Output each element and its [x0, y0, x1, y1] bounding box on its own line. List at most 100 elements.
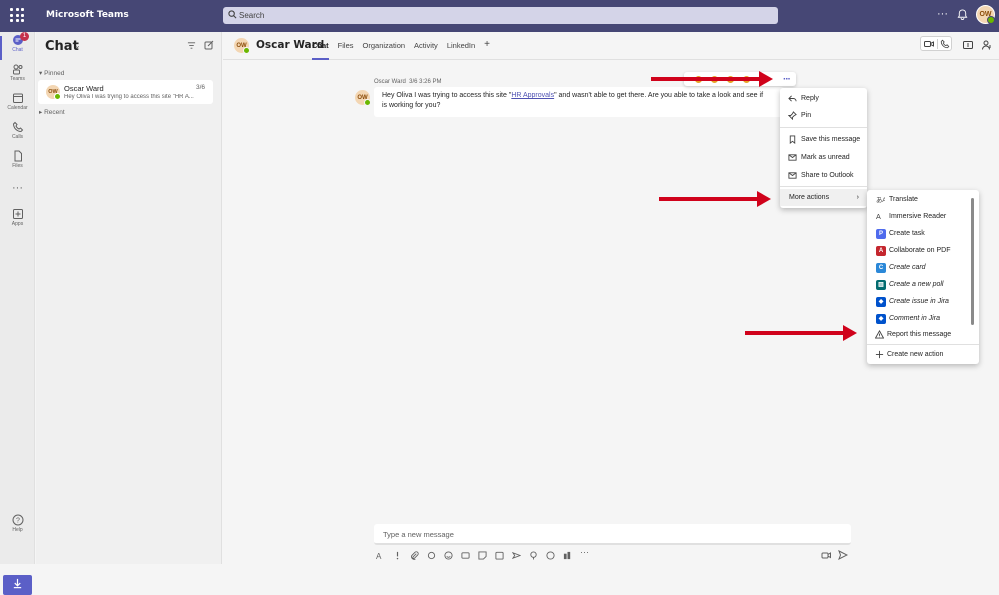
- menu-item-label: Share to Outlook: [801, 172, 854, 179]
- chat-item-preview: Hey Oliva I was trying to access this si…: [64, 94, 194, 100]
- menu-item-create-poll[interactable]: ▥ Create a new poll: [867, 276, 979, 293]
- rail-item-chat[interactable]: 1 Chat: [0, 32, 35, 62]
- voice-message-icon[interactable]: [821, 550, 831, 560]
- jira-icon: ◆: [876, 297, 886, 307]
- menu-item-create-jira-issue[interactable]: ◆ Create issue in Jira: [867, 293, 979, 310]
- viva-icon[interactable]: [546, 549, 555, 560]
- praise-icon[interactable]: [529, 549, 538, 560]
- tab-chat[interactable]: Chat: [312, 41, 329, 60]
- menu-item-share-outlook[interactable]: Share to Outlook: [780, 167, 867, 184]
- search-input[interactable]: Search: [223, 7, 778, 24]
- chevron-right-icon: ▸: [39, 109, 43, 116]
- download-icon: [13, 578, 22, 589]
- menu-item-immersive-reader[interactable]: A Immersive Reader: [867, 208, 979, 225]
- rail-label: Help: [12, 527, 23, 533]
- more-options-icon[interactable]: ···: [783, 74, 791, 85]
- download-app-button[interactable]: [3, 575, 32, 595]
- tab-linkedin[interactable]: LinkedIn: [447, 41, 475, 60]
- compose-placeholder: Type a new message: [383, 530, 454, 539]
- app-launcher-icon[interactable]: [10, 8, 24, 22]
- emoji-icon[interactable]: [444, 549, 453, 560]
- send-later-icon[interactable]: [511, 549, 522, 560]
- immersive-reader-icon: A: [876, 212, 881, 221]
- approvals-icon[interactable]: [563, 549, 572, 560]
- annotation-arrow: [745, 325, 857, 341]
- menu-item-pin[interactable]: Pin: [780, 107, 867, 124]
- rail-item-files[interactable]: Files: [0, 150, 35, 178]
- audio-call-icon[interactable]: [940, 39, 950, 49]
- tab-activity[interactable]: Activity: [414, 41, 438, 60]
- conversation-pane: OW Oscar Ward Chat Files Organization Ac…: [223, 32, 999, 564]
- send-icon[interactable]: [838, 550, 848, 560]
- new-chat-icon[interactable]: [204, 40, 214, 50]
- menu-item-label: More actions: [789, 194, 830, 201]
- filter-icon[interactable]: [187, 41, 196, 50]
- menu-item-create-action[interactable]: Create new action: [867, 346, 979, 363]
- menu-item-report-message[interactable]: Report this message: [867, 326, 979, 343]
- rail-label: Teams: [10, 76, 25, 82]
- plus-icon: [875, 350, 884, 359]
- gif-icon[interactable]: [461, 549, 470, 559]
- poll-icon: ▥: [876, 280, 886, 290]
- bell-icon[interactable]: [957, 9, 968, 20]
- rail-item-teams[interactable]: Teams: [0, 63, 35, 91]
- tab-files[interactable]: Files: [338, 41, 354, 60]
- rail-item-apps[interactable]: Apps: [0, 208, 35, 236]
- menu-item-translate[interactable]: あA Translate: [867, 191, 979, 208]
- format-icon[interactable]: A: [376, 549, 385, 561]
- more-options-icon[interactable]: ···: [937, 8, 948, 20]
- compose-toolbar: A ···: [376, 548, 592, 562]
- priority-icon[interactable]: [393, 549, 402, 560]
- chat-list-pane: Chat ⌄ ▾ Pinned OW Oscar Ward 3/6 Hey Ol…: [36, 32, 222, 564]
- menu-item-label: Translate: [889, 196, 918, 203]
- more-options-icon[interactable]: ···: [580, 548, 592, 558]
- video-call-icon[interactable]: [924, 39, 934, 49]
- menu-item-create-card[interactable]: C Create card: [867, 259, 979, 276]
- message-link[interactable]: HR Approvals: [511, 92, 554, 99]
- tab-organization[interactable]: Organization: [363, 41, 406, 60]
- submenu-scrollbar[interactable]: [971, 198, 974, 325]
- profile-avatar[interactable]: OW: [976, 5, 995, 24]
- rail-label: Apps: [11, 221, 24, 227]
- menu-item-collaborate-pdf[interactable]: A Collaborate on PDF: [867, 242, 979, 259]
- chat-list-item[interactable]: OW Oscar Ward 3/6 Hey Oliva I was trying…: [38, 80, 213, 104]
- menu-item-reply[interactable]: Reply: [780, 90, 867, 107]
- rail-more-apps[interactable]: ···: [0, 182, 35, 210]
- chevron-down-icon[interactable]: ⌄: [74, 41, 81, 50]
- translate-icon: あA: [876, 196, 885, 204]
- add-tab-button[interactable]: +: [484, 39, 490, 58]
- menu-item-mark-unread[interactable]: Mark as unread: [780, 149, 867, 166]
- rail-item-calls[interactable]: Calls: [0, 121, 35, 149]
- menu-item-label: Create card: [889, 264, 926, 271]
- menu-item-create-task[interactable]: P Create task: [867, 225, 979, 242]
- loop-icon[interactable]: [427, 549, 436, 560]
- menu-item-label: Comment in Jira: [889, 315, 940, 322]
- add-apps-icon: [12, 209, 23, 219]
- annotation-arrow: [659, 191, 771, 207]
- schedule-meeting-icon[interactable]: [495, 549, 504, 560]
- pinned-label: Pinned: [44, 70, 65, 77]
- tab-bar: Chat Files Organization Activity LinkedI…: [312, 39, 490, 60]
- chat-item-date: 3/6: [196, 84, 206, 91]
- menu-item-more-actions[interactable]: More actions ›: [780, 189, 867, 206]
- sticker-icon[interactable]: [478, 549, 487, 560]
- app-rail: 1 Chat Teams Calendar Calls Files ··· Ap…: [0, 32, 35, 595]
- chevron-right-icon: ›: [856, 194, 859, 201]
- mark-unread-icon: [788, 154, 797, 161]
- recent-section[interactable]: ▸ Recent: [39, 108, 65, 116]
- rail-label: Calendar: [7, 105, 28, 111]
- add-people-icon[interactable]: [982, 40, 992, 50]
- share-screen-icon[interactable]: [963, 40, 973, 50]
- message-sender: Oscar Ward: [374, 79, 406, 85]
- rail-item-calendar[interactable]: Calendar: [0, 92, 35, 120]
- menu-item-save[interactable]: Save this message: [780, 131, 867, 148]
- attach-icon[interactable]: [410, 549, 419, 560]
- divider: [780, 127, 867, 128]
- message-bubble[interactable]: Hey Oliva I was trying to access this si…: [374, 87, 784, 117]
- chat-badge: 1: [20, 32, 29, 41]
- menu-item-comment-jira[interactable]: ◆ Comment in Jira: [867, 310, 979, 327]
- compose-box[interactable]: Type a new message: [374, 524, 851, 545]
- rail-item-help[interactable]: ? Help: [0, 514, 35, 542]
- pinned-section[interactable]: ▾ Pinned: [39, 69, 64, 77]
- annotation-arrow: [651, 71, 773, 87]
